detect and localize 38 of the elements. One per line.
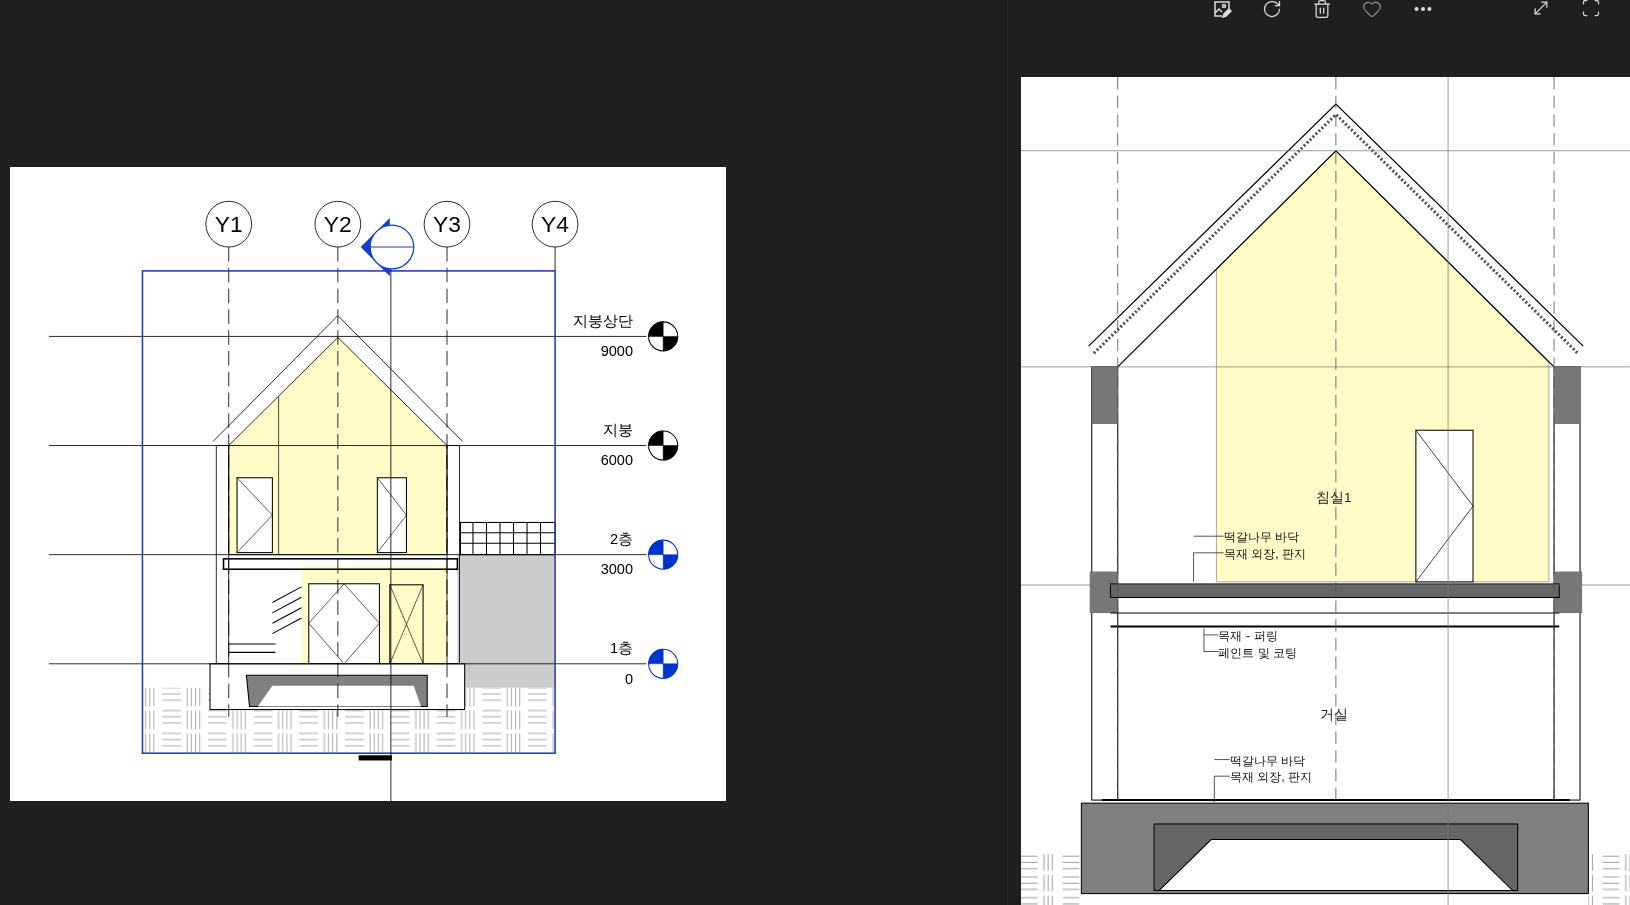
level-marker-icon[interactable] [648, 648, 679, 679]
level-elevation: 3000 [600, 561, 634, 578]
grid-label: Y4 [541, 211, 570, 238]
material-tag: 목재 외장, 판지 [1229, 770, 1313, 785]
level-name: 지붕 [603, 422, 634, 439]
grid-bubble [205, 200, 252, 248]
leader-line [1193, 535, 1225, 583]
grid-bubble [314, 200, 362, 248]
material-tag: 목재 외장, 판지 [1223, 547, 1307, 561]
level-elevation: 6000 [600, 452, 634, 469]
delete-icon[interactable] [1312, 0, 1332, 19]
grid-label: Y1 [214, 211, 243, 238]
rotate-icon[interactable] [1262, 0, 1282, 19]
level-name: 지붕상단 [573, 313, 634, 329]
room-label: 침실1 [1316, 489, 1352, 505]
section-marker-icon[interactable] [360, 217, 415, 801]
level-elevation: 9000 [600, 343, 634, 360]
level-name: 1층 [609, 640, 634, 657]
grid-label: Y2 [323, 211, 352, 238]
grid-bubble [423, 200, 471, 248]
heart-icon[interactable] [1362, 0, 1382, 19]
leader-line [1213, 759, 1231, 803]
grid-line [554, 246, 556, 272]
level-name: 2층 [609, 531, 634, 548]
material-tag: 페인트 및 코팅 [1218, 645, 1298, 660]
leader-line [1203, 628, 1219, 652]
grid-bubble [531, 200, 579, 248]
material-tag: 목재 - 퍼링 [1218, 629, 1278, 644]
grid-label: Y3 [433, 211, 461, 238]
room-label: 거실 [1319, 707, 1348, 723]
edit-image-icon[interactable] [1212, 0, 1232, 19]
level-elevation: 0 [624, 670, 634, 687]
material-tag: 떡갈나무 바닥 [1229, 753, 1306, 768]
level-marker-icon[interactable] [648, 430, 679, 461]
level-marker-icon[interactable] [648, 539, 679, 570]
material-tag: 떡갈나무 바닥 [1223, 530, 1300, 545]
level-marker-icon[interactable] [648, 321, 679, 352]
fullscreen-icon[interactable] [1581, 0, 1601, 18]
